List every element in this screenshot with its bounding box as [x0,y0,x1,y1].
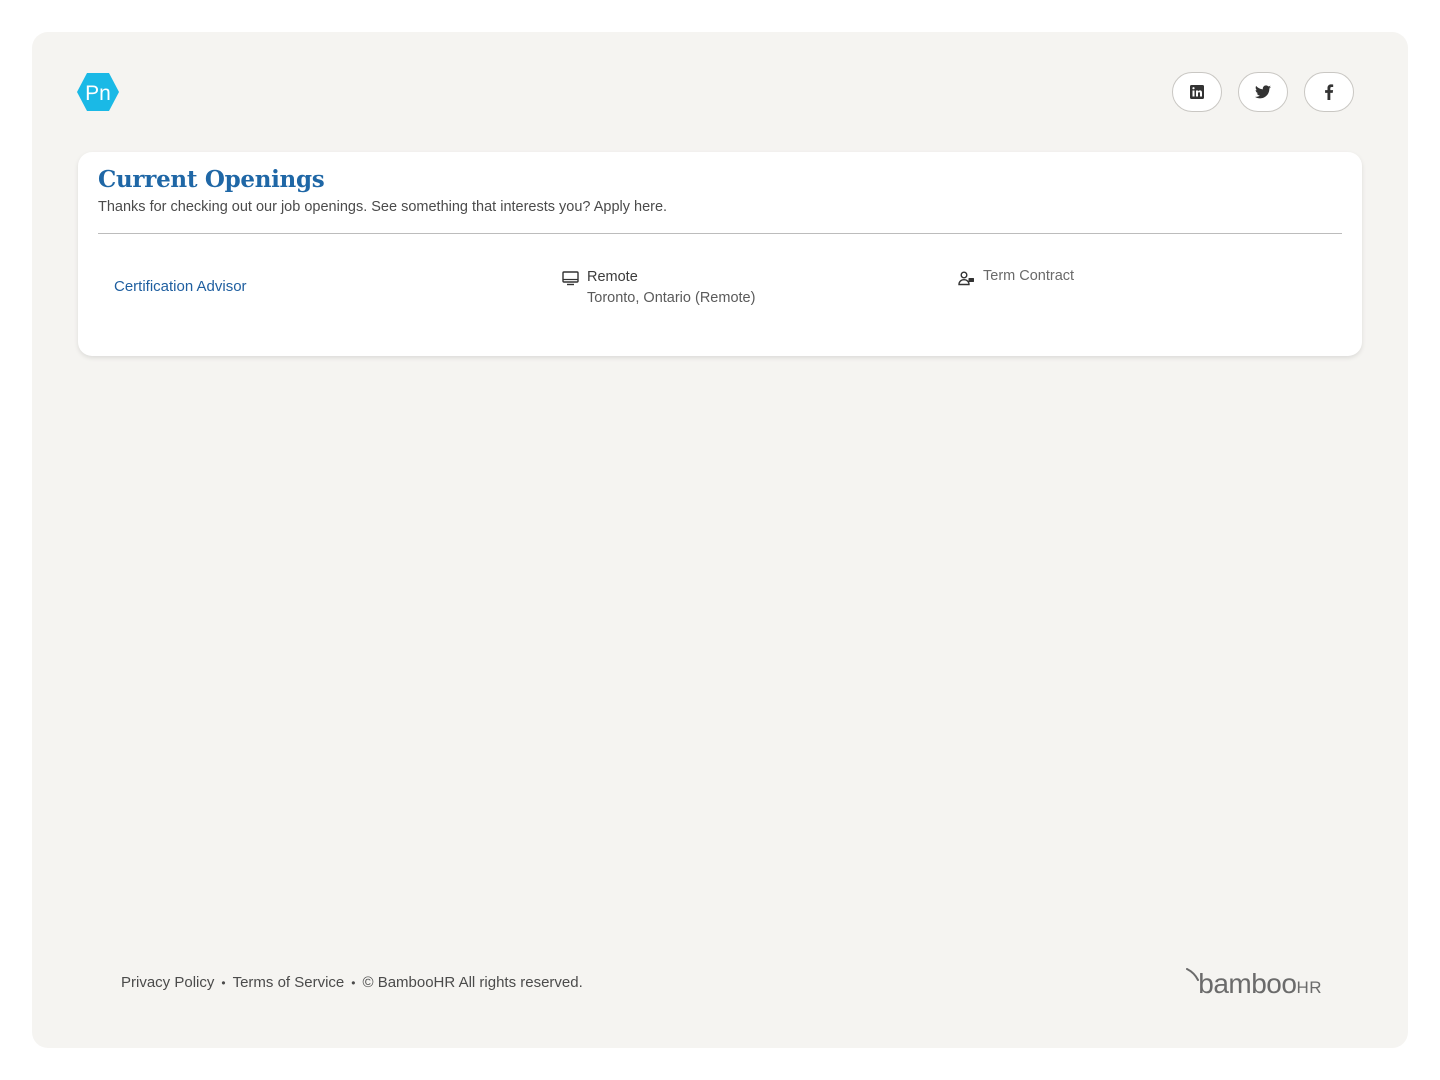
monitor-icon [562,271,579,286]
facebook-icon [1325,84,1334,100]
page-frame: Pn Current Openings Thanks for checking … [32,32,1408,1048]
separator-dot: • [221,975,226,990]
twitter-icon [1255,85,1271,99]
person-badge-icon [958,271,974,286]
job-title-link[interactable]: Certification Advisor [114,278,247,295]
footer: Privacy Policy • Terms of Service • © Ba… [121,974,583,991]
divider [98,233,1342,234]
employment-type-label: Term Contract [983,268,1075,284]
linkedin-icon [1190,85,1204,99]
copyright-text: © BambooHR All rights reserved. [362,974,583,991]
bamboo-wordmark: bamboo [1198,968,1297,999]
company-logo[interactable]: Pn [76,72,120,112]
social-links [1172,72,1354,112]
location-type: Remote [587,269,638,285]
facebook-button[interactable] [1304,72,1354,112]
bamboohr-logo[interactable]: bamboo HR [1186,968,1322,998]
page-subtitle: Thanks for checking out our job openings… [98,199,668,215]
logo-text: Pn [85,82,111,105]
separator-dot: • [351,975,356,990]
page-title: Current Openings [98,166,325,193]
twitter-button[interactable] [1238,72,1288,112]
privacy-policy-link[interactable]: Privacy Policy [121,974,214,991]
terms-of-service-link[interactable]: Terms of Service [233,974,345,991]
location-text: Toronto, Ontario (Remote) [587,290,756,306]
openings-card: Current Openings Thanks for checking out… [78,152,1362,356]
logo-hexagon-icon: Pn [77,73,119,111]
linkedin-button[interactable] [1172,72,1222,112]
bamboo-hr-mark: HR [1296,978,1322,997]
